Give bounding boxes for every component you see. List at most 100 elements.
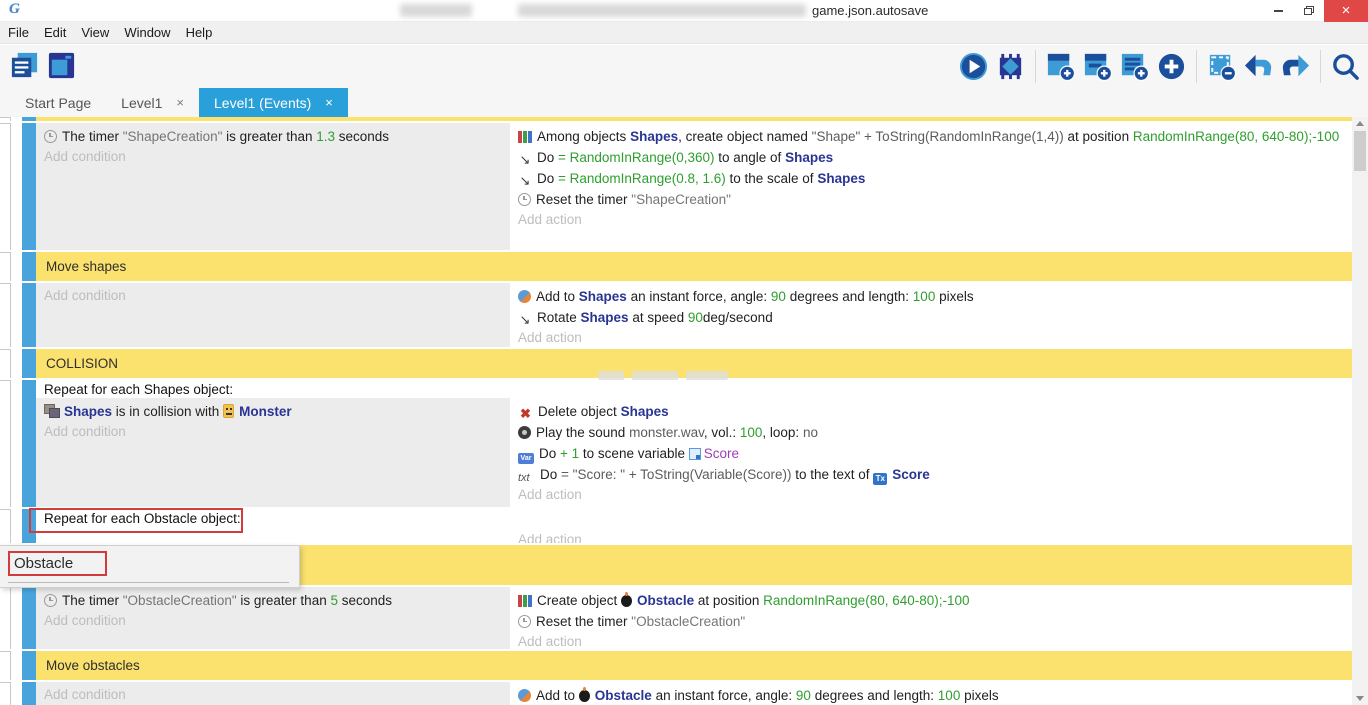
event-handle[interactable] <box>22 380 36 507</box>
add-comment-icon[interactable] <box>1119 51 1150 82</box>
text-segment: Shapes <box>817 171 865 186</box>
event-text-line[interactable]: txtDo = "Score: " + ToString(Variable(Sc… <box>518 464 1344 485</box>
text-segment: Rotate <box>537 310 581 325</box>
add-event-icon[interactable] <box>1045 51 1076 82</box>
event-handle[interactable] <box>22 283 36 347</box>
event-handle[interactable] <box>22 252 36 281</box>
event-text-line[interactable]: ↘Do = RandomInRange(0,360) to angle of S… <box>518 147 1344 168</box>
event-gutter <box>0 682 22 705</box>
event-row[interactable]: Repeat for each Shapes object: Shapes is … <box>0 380 1352 507</box>
menu-window[interactable]: Window <box>124 25 170 40</box>
event-text-line[interactable]: Create object Obstacle at position Rando… <box>518 590 1344 611</box>
scene-editor-icon[interactable] <box>46 50 77 81</box>
text-segment: + 1 <box>560 446 579 461</box>
tab-start-page[interactable]: Start Page <box>10 88 106 117</box>
event-handle[interactable] <box>22 682 36 705</box>
event-gutter <box>0 283 22 347</box>
menu-view[interactable]: View <box>81 25 109 40</box>
event-handle[interactable] <box>22 651 36 680</box>
scroll-up-icon[interactable] <box>1356 121 1364 126</box>
redacted-title-text <box>400 4 472 17</box>
undo-icon[interactable] <box>1243 51 1274 82</box>
comment-text[interactable]: Move shapes <box>36 252 1352 281</box>
event-handle[interactable] <box>22 587 36 649</box>
object-name-input[interactable]: Obstacle <box>8 551 107 576</box>
event-row[interactable]: The timer "ObstacleCreation" is greater … <box>0 587 1352 649</box>
event-gutter <box>0 123 22 250</box>
minimize-button[interactable] <box>1264 0 1292 22</box>
add-sub-event-icon[interactable] <box>1082 51 1113 82</box>
add-other-event-icon[interactable] <box>1156 51 1187 82</box>
text-segment: pixels <box>935 289 973 304</box>
event-text-line[interactable]: Reset the timer "ShapeCreation" <box>518 189 1344 210</box>
add-add-condition[interactable]: Add condition <box>44 422 502 442</box>
comment-strip <box>0 117 1352 121</box>
search-icon[interactable] <box>1330 51 1361 82</box>
add-add-action[interactable]: Add action <box>518 210 1344 230</box>
event-text-line[interactable]: The timer "ShapeCreation" is greater tha… <box>44 126 502 147</box>
event-row[interactable]: Add condition Add to Obstacle an instant … <box>0 682 1352 705</box>
actions-column: Add to Obstacle an instant force, angle:… <box>510 682 1352 705</box>
text-segment: degrees and length: <box>811 688 938 703</box>
text-segment: , loop: <box>762 425 803 440</box>
add-add-action[interactable]: Add action <box>518 632 1344 649</box>
debugger-icon[interactable] <box>995 51 1026 82</box>
vertical-scrollbar[interactable] <box>1352 117 1368 705</box>
add-add-condition[interactable]: Add condition <box>44 611 502 631</box>
close-button[interactable]: × <box>1324 0 1368 22</box>
add-add-condition[interactable]: Add condition <box>44 685 502 705</box>
comment-text[interactable] <box>36 117 1352 121</box>
close-tab-icon[interactable]: × <box>325 95 333 110</box>
text-segment: "ObstacleCreation" <box>123 593 237 608</box>
event-text-line[interactable]: Add to Shapes an instant force, angle: 9… <box>518 286 1344 307</box>
event-text-line[interactable]: ✖Delete object Shapes <box>518 401 1344 422</box>
event-text-line[interactable]: ↘Do = RandomInRange(0.8, 1.6) to the sca… <box>518 168 1344 189</box>
event-gutter <box>0 380 22 507</box>
scroll-thumb[interactable] <box>1354 131 1366 171</box>
restore-button[interactable] <box>1294 0 1322 22</box>
event-row[interactable]: The timer "ShapeCreation" is greater tha… <box>0 123 1352 250</box>
event-gutter <box>0 587 22 649</box>
text-segment: deg/second <box>703 310 773 325</box>
text-segment: is in collision with <box>112 404 223 419</box>
comment-text[interactable]: Move obstacles <box>36 651 1352 680</box>
event-handle[interactable] <box>22 349 36 378</box>
event-text-line[interactable]: Among objects Shapes, create object name… <box>518 126 1344 147</box>
event-text-line[interactable]: VarDo + 1 to scene variable Score <box>518 443 1344 464</box>
event-text-line[interactable]: The timer "ObstacleCreation" is greater … <box>44 590 502 611</box>
event-handle[interactable] <box>22 123 36 250</box>
toolbar-right-group <box>955 50 1364 83</box>
add-add-condition[interactable]: Add condition <box>44 286 502 306</box>
tab-level1[interactable]: Level1× <box>106 88 199 117</box>
event-text-line[interactable]: Reset the timer "ObstacleCreation" <box>518 611 1344 632</box>
event-text-line[interactable]: Play the sound monster.wav, vol.: 100, l… <box>518 422 1344 443</box>
toolbar-separator <box>1196 50 1197 83</box>
add-add-action[interactable]: Add action <box>518 328 1344 347</box>
event-handle[interactable] <box>22 117 36 121</box>
redo-icon[interactable] <box>1280 51 1311 82</box>
text-segment: = RandomInRange(0,360) <box>558 150 714 165</box>
text-segment: Score <box>704 446 739 461</box>
preview-play-icon[interactable] <box>958 51 989 82</box>
text-segment: 100 <box>938 688 961 703</box>
event-text-line[interactable]: ↘Rotate Shapes at speed 90deg/second <box>518 307 1344 328</box>
comment-row[interactable]: Move obstacles <box>0 651 1352 680</box>
close-tab-icon[interactable]: × <box>176 95 184 110</box>
tab-level1-events[interactable]: Level1 (Events)× <box>199 88 348 117</box>
text-segment: Create object <box>537 593 621 608</box>
project-manager-icon[interactable] <box>9 50 40 81</box>
delete-selection-icon[interactable] <box>1206 51 1237 82</box>
add-add-action[interactable]: Add action <box>518 530 1344 543</box>
scroll-down-icon[interactable] <box>1356 696 1364 701</box>
menu-edit[interactable]: Edit <box>44 25 66 40</box>
menu-file[interactable]: File <box>8 25 29 40</box>
event-text-line[interactable]: Shapes is in collision with Monster <box>44 401 502 422</box>
text-segment: an instant force, angle: <box>652 688 796 703</box>
menu-help[interactable]: Help <box>186 25 213 40</box>
add-add-condition[interactable]: Add condition <box>44 147 502 167</box>
event-text-line[interactable]: Add to Obstacle an instant force, angle:… <box>518 685 1344 705</box>
add-add-action[interactable]: Add action <box>518 485 1344 505</box>
repeat-for-each-label[interactable]: Repeat for each Shapes object: <box>36 380 1352 398</box>
event-row[interactable]: Add condition Add to Shapes an instant fo… <box>0 283 1352 347</box>
comment-row[interactable]: Move shapes <box>0 252 1352 281</box>
